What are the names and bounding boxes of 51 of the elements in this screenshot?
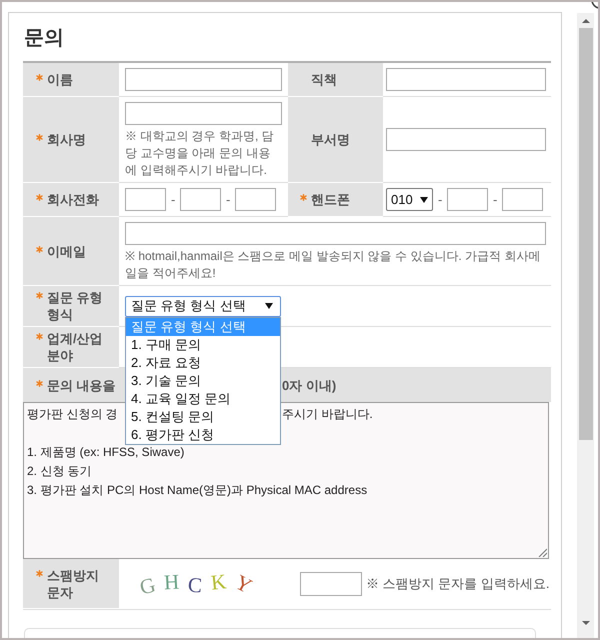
text-field[interactable] [447,188,488,211]
scrollbar-track[interactable] [577,13,594,638]
separator-dash: - [171,190,175,209]
text-field[interactable] [125,188,166,211]
text-field[interactable] [502,188,543,211]
textarea-line: 평가판 신청의 경 [27,406,118,423]
text-field[interactable] [125,222,546,245]
field-label: 핸드폰 [311,191,350,208]
textarea-line: 3. 평가판 설치 PC의 Host Name(영문)과 Physical MAC address [27,482,368,499]
resize-grip-icon [538,548,547,557]
field-label: 질문 유형 형식 [47,289,104,323]
field-note: ※ 대학교의 경우 학과명, 담당 교수명을 아래 문의 내용에 입력해주시기 바랍니다. [125,128,275,179]
captcha-letter: K [210,570,228,594]
field-note: ※ hotmail,hanmail은 스팸으로 메일 발송되지 않을 수 있습니다. 가급적 회사메일을 적어주세요! [125,248,542,282]
field-label: 부서명 [311,131,350,148]
dropdown[interactable]: 질문 유형 형식 선택 [125,296,281,316]
captcha-letter: C [188,574,204,596]
field-label: 회사명 [47,131,86,148]
captcha-letter: H [164,570,180,594]
scrollbar-thumb[interactable] [578,28,592,440]
captcha-letter: G [138,574,158,598]
text-field[interactable] [386,128,546,151]
separator-dash: - [493,190,497,209]
caret-icon [420,196,428,202]
field-label: 이메일 [47,242,86,260]
captcha-letter: Y [231,570,255,598]
field-label: 0자 이내) [282,376,336,394]
textarea-line: 주시기 바랍니다. [282,406,373,423]
scroll-down-icon[interactable] [582,621,590,625]
separator-dash: - [438,190,442,209]
field-label: 직책 [311,71,337,88]
text-field[interactable] [386,68,546,91]
field-label: 스팸방지 문자 [47,566,100,600]
caret-icon [265,303,273,309]
text-field[interactable] [125,68,282,91]
dropdown[interactable]: 010 [386,188,433,211]
field-label: 업계/산업 분야 [47,330,104,364]
captcha-input[interactable] [300,572,362,596]
textarea-line: 2. 신청 동기 [27,463,92,480]
dialog-title: 문의 [24,26,64,51]
scroll-up-icon[interactable] [582,18,590,22]
field-label: 회사전화 [47,191,99,208]
text-field[interactable] [235,188,276,211]
dropdown-option[interactable]: 1. 구매 문의 [126,336,280,354]
textarea-line: 1. 제품명 (ex: HFSS, Siwave) [27,444,184,461]
text-field[interactable] [125,102,282,125]
text-field[interactable] [180,188,221,211]
separator-dash: - [226,190,230,209]
field-note: ※ 스팸방지 문자를 입력하세요. [366,575,550,594]
field-label: 이름 [47,71,73,88]
field-label: 문의 내용을 [47,376,116,394]
